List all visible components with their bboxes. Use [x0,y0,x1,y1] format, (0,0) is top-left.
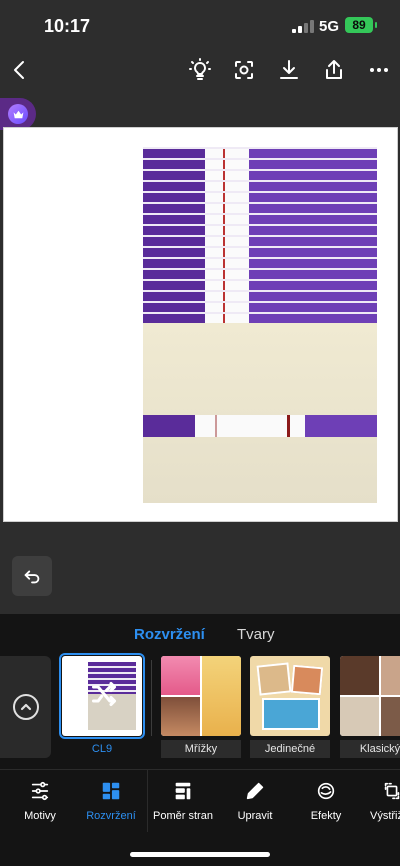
nav-item-label: Poměr stran [153,810,213,822]
layout-label-unique[interactable]: Jedinečné [250,740,330,758]
network-type: 5G [319,18,340,35]
aspect-ratio-icon [175,782,191,800]
nav-item-label: Upravit [237,810,273,822]
nav-item-layout[interactable]: Rozvržení [71,780,151,822]
more-icon [370,68,388,72]
top-toolbar [0,50,400,90]
back-button[interactable] [4,54,36,86]
tips-button[interactable] [184,54,216,86]
settings-sliders-icon [31,781,49,801]
bottom-panel: Rozvržení Tvary CL9 Mřížky Jedinečné Kla… [0,614,400,866]
focus-button[interactable] [228,54,260,86]
tab-shapes[interactable]: Tvary [237,626,275,643]
shuffle-icon [91,681,117,707]
layout-label-cl9: CL9 [91,743,113,755]
layout-carousel[interactable]: CL9 Mřížky Jedinečné Klasický [0,653,400,762]
home-indicator [130,852,270,857]
panel-tabs: Rozvržení Tvary [0,614,400,654]
crown-icon [13,110,23,118]
layout-card-classic[interactable] [340,656,400,736]
battery-icon: 89 [345,17,377,33]
effects-icon [317,782,335,800]
more-button[interactable] [363,54,395,86]
nav-item-aspect-ratio[interactable]: Poměr stran [143,780,223,822]
nav-item-label: Motivy [24,810,56,822]
signal-icon [292,20,314,33]
collage-photo[interactable] [143,147,377,503]
crown-badge [8,104,28,124]
nav-item-label: Rozvržení [86,810,136,822]
layout-card-grids[interactable] [161,656,241,736]
status-bar: 10:17 5G 89 [0,0,400,50]
layout-card-unique[interactable] [250,656,330,736]
battery-level: 89 [352,18,366,32]
photo-test-strips-stack [143,147,377,323]
nav-item-themes[interactable]: Motivy [0,780,80,822]
nav-item-label: Výstřižky [370,810,400,822]
nav-item-edit[interactable]: Upravit [215,780,295,822]
layout-label-grids[interactable]: Mřížky [161,740,241,758]
tab-layout[interactable]: Rozvržení [134,626,205,643]
layout-icon [102,782,120,800]
premium-button[interactable] [0,98,36,130]
collapse-panel-button[interactable] [0,656,51,758]
layout-divider [151,660,152,736]
collage-canvas[interactable] [3,127,398,522]
status-time: 10:17 [44,16,91,36]
download-button[interactable] [273,54,305,86]
nav-item-cutouts[interactable]: Výstřižky [352,780,400,822]
photo-single-test [143,323,377,503]
share-button[interactable] [318,54,350,86]
pencil-icon [246,782,264,800]
download-icon [280,60,298,79]
layout-label-classic[interactable]: Klasický [340,740,400,758]
lightbulb-icon [189,58,211,80]
undo-button[interactable] [12,556,52,596]
layout-card-cl9[interactable] [59,653,145,739]
cutout-icon [384,782,400,800]
scan-icon [235,61,253,79]
bottom-nav: Motivy Rozvržení Poměr stran Upravit Efe… [0,769,400,832]
chevron-left-icon [14,61,24,79]
chevron-up-icon [20,703,31,711]
undo-icon [24,570,40,584]
share-icon [326,60,342,79]
